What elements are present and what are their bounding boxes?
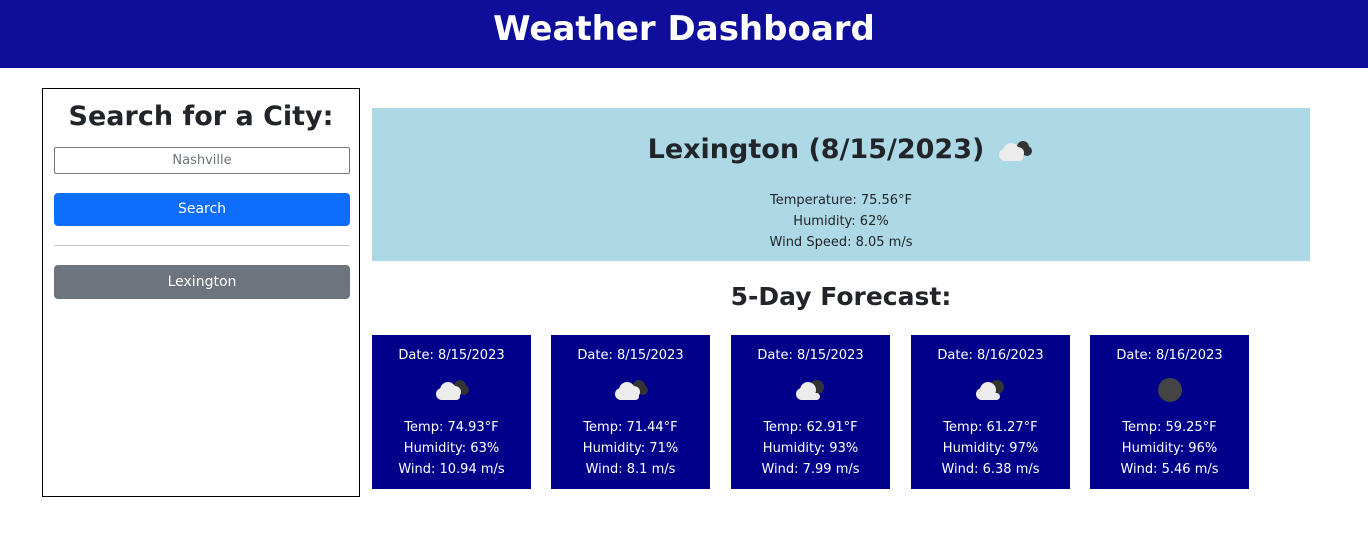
current-city-date: Lexington (8/15/2023) xyxy=(647,134,985,165)
forecast-humidity: Humidity: 96% xyxy=(1121,441,1218,456)
broken-clouds-icon xyxy=(996,138,1034,164)
page-title: Weather Dashboard xyxy=(493,9,875,49)
broken-clouds-icon xyxy=(372,375,531,405)
search-button[interactable]: Search xyxy=(54,193,350,226)
forecast-date: Date: 8/15/2023 xyxy=(577,348,684,363)
current-humidity: Humidity: 62% xyxy=(793,214,889,229)
forecast-date: Date: 8/15/2023 xyxy=(757,348,864,363)
page-header: Weather Dashboard xyxy=(0,0,1368,68)
broken-clouds-icon xyxy=(551,375,710,405)
search-panel: Search for a City: Search Lexington xyxy=(42,88,360,497)
search-heading: Search for a City: xyxy=(68,101,334,132)
forecast-temp: Temp: 62.91°F xyxy=(763,420,858,435)
forecast-wind: Wind: 7.99 m/s xyxy=(761,462,860,477)
forecast-temp: Temp: 71.44°F xyxy=(583,420,678,435)
divider xyxy=(54,245,350,246)
city-search-input[interactable] xyxy=(54,147,350,174)
forecast-humidity: Humidity: 63% xyxy=(403,441,500,456)
broken-clouds-icon xyxy=(731,375,890,405)
forecast-card: Date: 8/16/2023 Temp: 61.27°F Humidity: … xyxy=(911,335,1070,489)
forecast-card: Date: 8/15/2023 Temp: 74.93°F Humidity: … xyxy=(372,335,531,489)
forecast-card: Date: 8/15/2023 Temp: 71.44°F Humidity: … xyxy=(551,335,710,489)
history-button-lexington[interactable]: Lexington xyxy=(54,265,350,299)
forecast-title: 5-Day Forecast: xyxy=(730,282,952,311)
current-temperature: Temperature: 75.56°F xyxy=(769,193,913,208)
forecast-temp: Temp: 59.25°F xyxy=(1122,420,1217,435)
forecast-temp: Temp: 61.27°F xyxy=(943,420,1038,435)
current-weather-panel: Lexington (8/15/2023) Temperature: 75.56… xyxy=(372,108,1310,261)
forecast-wind: Wind: 5.46 m/s xyxy=(1120,462,1219,477)
forecast-wind: Wind: 6.38 m/s xyxy=(941,462,1040,477)
forecast-humidity: Humidity: 93% xyxy=(762,441,859,456)
forecast-wind: Wind: 8.1 m/s xyxy=(585,462,676,477)
forecast-humidity: Humidity: 97% xyxy=(942,441,1039,456)
current-wind-speed: Wind Speed: 8.05 m/s xyxy=(769,235,913,250)
broken-clouds-icon xyxy=(911,375,1070,405)
forecast-date: Date: 8/16/2023 xyxy=(937,348,1044,363)
forecast-card: Date: 8/15/2023 Temp: 62.91°F Humidity: … xyxy=(731,335,890,489)
forecast-temp: Temp: 74.93°F xyxy=(404,420,499,435)
forecast-card: Date: 8/16/2023 Temp: 59.25°F Humidity: … xyxy=(1090,335,1249,489)
forecast-wind: Wind: 10.94 m/s xyxy=(398,462,505,477)
forecast-humidity: Humidity: 71% xyxy=(582,441,679,456)
forecast-date: Date: 8/16/2023 xyxy=(1116,348,1223,363)
forecast-date: Date: 8/15/2023 xyxy=(398,348,505,363)
overcast-clouds-icon xyxy=(1090,375,1249,405)
